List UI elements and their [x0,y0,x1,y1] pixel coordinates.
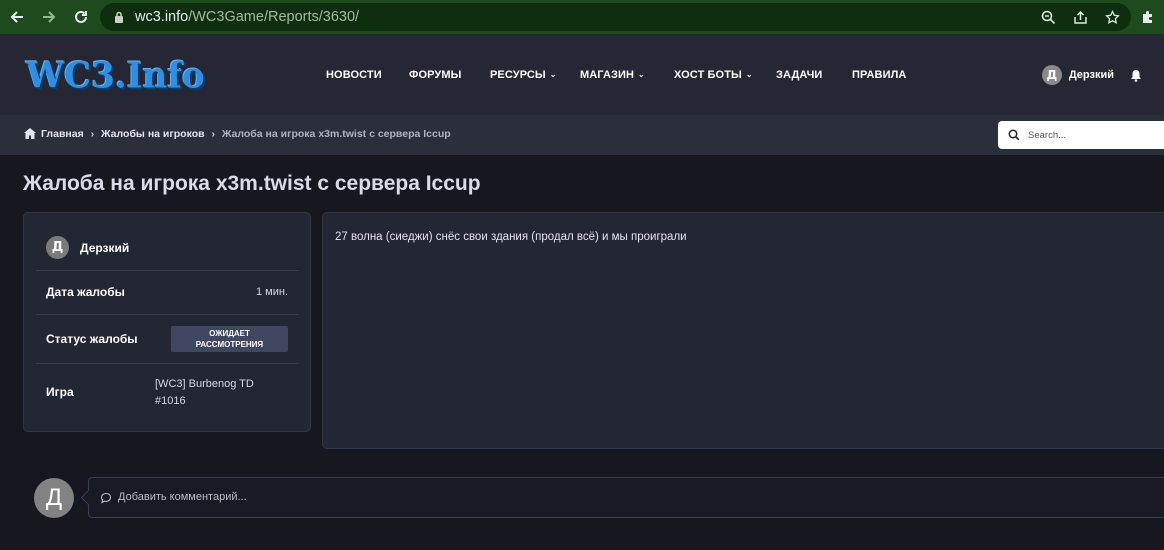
browser-toolbar: wc3.info/WC3Game/Reports/3630/ [0,0,1164,34]
chevron-down-icon: ⌄ [745,70,753,79]
nav-shop[interactable]: МАГАЗИН ⌄ [580,69,645,81]
site-header: WC3.Info НОВОСТИ ФОРУМЫ РЕСУРСЫ ⌄ МАГАЗИН… [0,34,1164,115]
author-name[interactable]: Дерзкий [80,241,129,255]
search-box[interactable] [998,121,1164,149]
status-label: Статус жалобы [46,332,138,346]
comment-input[interactable]: Добавить комментарий... [88,477,1164,518]
extensions-puzzle-icon[interactable] [1138,7,1158,27]
breadcrumb-current: Жалоба на игрока x3m.twist с сервера Icc… [221,128,451,140]
report-author[interactable]: Д Дерзкий [46,236,129,259]
nav-label: МАГАЗИН [580,69,635,81]
breadcrumb: Главная › Жалобы на игроков › Жалоба на … [24,128,451,140]
user-menu[interactable]: Д Дерзкий [1041,64,1144,86]
avatar[interactable]: Д [34,478,74,518]
report-body-text: 27 волна (сиеджи) снёс свои здания (прод… [335,231,687,243]
chevron-right-icon: › [90,128,95,140]
chevron-down-icon: ⌄ [549,70,557,79]
nav-rules[interactable]: ПРАВИЛА [852,69,906,81]
date-value: 1 мин. [255,286,288,298]
search-input[interactable] [1028,129,1148,141]
nav-label: РЕСУРСЫ [490,69,546,81]
status-line-1: ОЖИДАЕТ [209,329,250,338]
breadcrumb-home[interactable]: Главная [41,128,84,140]
date-label: Дата жалобы [46,285,125,299]
game-line-2: #1016 [155,395,186,407]
bell-icon[interactable] [1128,67,1144,83]
avatar[interactable]: Д [1041,65,1062,85]
url-path: /WC3Game/Reports/3630/ [188,9,360,25]
status-badge: ОЖИДАЕТ РАССМОТРЕНИЯ [171,326,288,352]
back-icon[interactable] [2,2,32,32]
breadcrumb-reports[interactable]: Жалобы на игроков [101,128,205,140]
url-host: wc3.info [135,9,189,25]
game-value: [WC3] Burbenog TD #1016 [155,376,275,410]
comment-icon [100,492,112,504]
username[interactable]: Дерзкий [1069,69,1114,81]
zoom-icon[interactable] [1039,8,1057,26]
nav-forums[interactable]: ФОРУМЫ [409,69,462,81]
status-line-2: РАССМОТРЕНИЯ [195,340,264,349]
home-icon[interactable] [24,128,36,140]
avatar[interactable]: Д [46,236,69,259]
divider [36,314,299,315]
chevron-down-icon: ⌄ [638,70,645,79]
nav-resources[interactable]: РЕСУРСЫ ⌄ [490,69,557,81]
nav-label: ФОРУМЫ [409,69,462,81]
share-icon[interactable] [1071,8,1089,26]
page-title: Жалоба на игрока x3m.twist с сервера Icc… [23,172,481,195]
reload-icon[interactable] [66,2,96,32]
game-line-1: [WC3] Burbenog TD [155,378,254,390]
search-icon [1008,129,1020,141]
report-info-card: Д Дерзкий Дата жалобы 1 мин. Статус жало… [23,212,311,432]
nav-label: ЗАДАЧИ [776,69,823,81]
comment-placeholder: Добавить комментарий... [118,491,247,503]
url-text[interactable]: wc3.info/WC3Game/Reports/3630/ [135,9,359,25]
game-label: Игра [46,385,74,399]
report-body-card: 27 волна (сиеджи) снёс свои здания (прод… [322,212,1164,449]
nav-label: ПРАВИЛА [852,69,907,81]
lock-icon[interactable] [112,10,126,24]
divider [36,270,299,271]
nav-label: НОВОСТИ [326,69,382,81]
nav-news[interactable]: НОВОСТИ [326,69,382,81]
forward-icon[interactable] [34,2,64,32]
nav-label: ХОСТ БОТЫ [674,69,742,81]
chevron-right-icon: › [211,128,215,140]
breadcrumb-bar: Главная › Жалобы на игроков › Жалоба на … [0,115,1164,155]
address-bar[interactable]: wc3.info/WC3Game/Reports/3630/ [100,3,1131,31]
divider [36,363,299,364]
nav-tasks[interactable]: ЗАДАЧИ [776,69,822,81]
nav-host-bots[interactable]: ХОСТ БОТЫ ⌄ [674,69,753,81]
site-logo[interactable]: WC3.Info [26,55,205,97]
bookmark-star-icon[interactable] [1103,8,1121,26]
